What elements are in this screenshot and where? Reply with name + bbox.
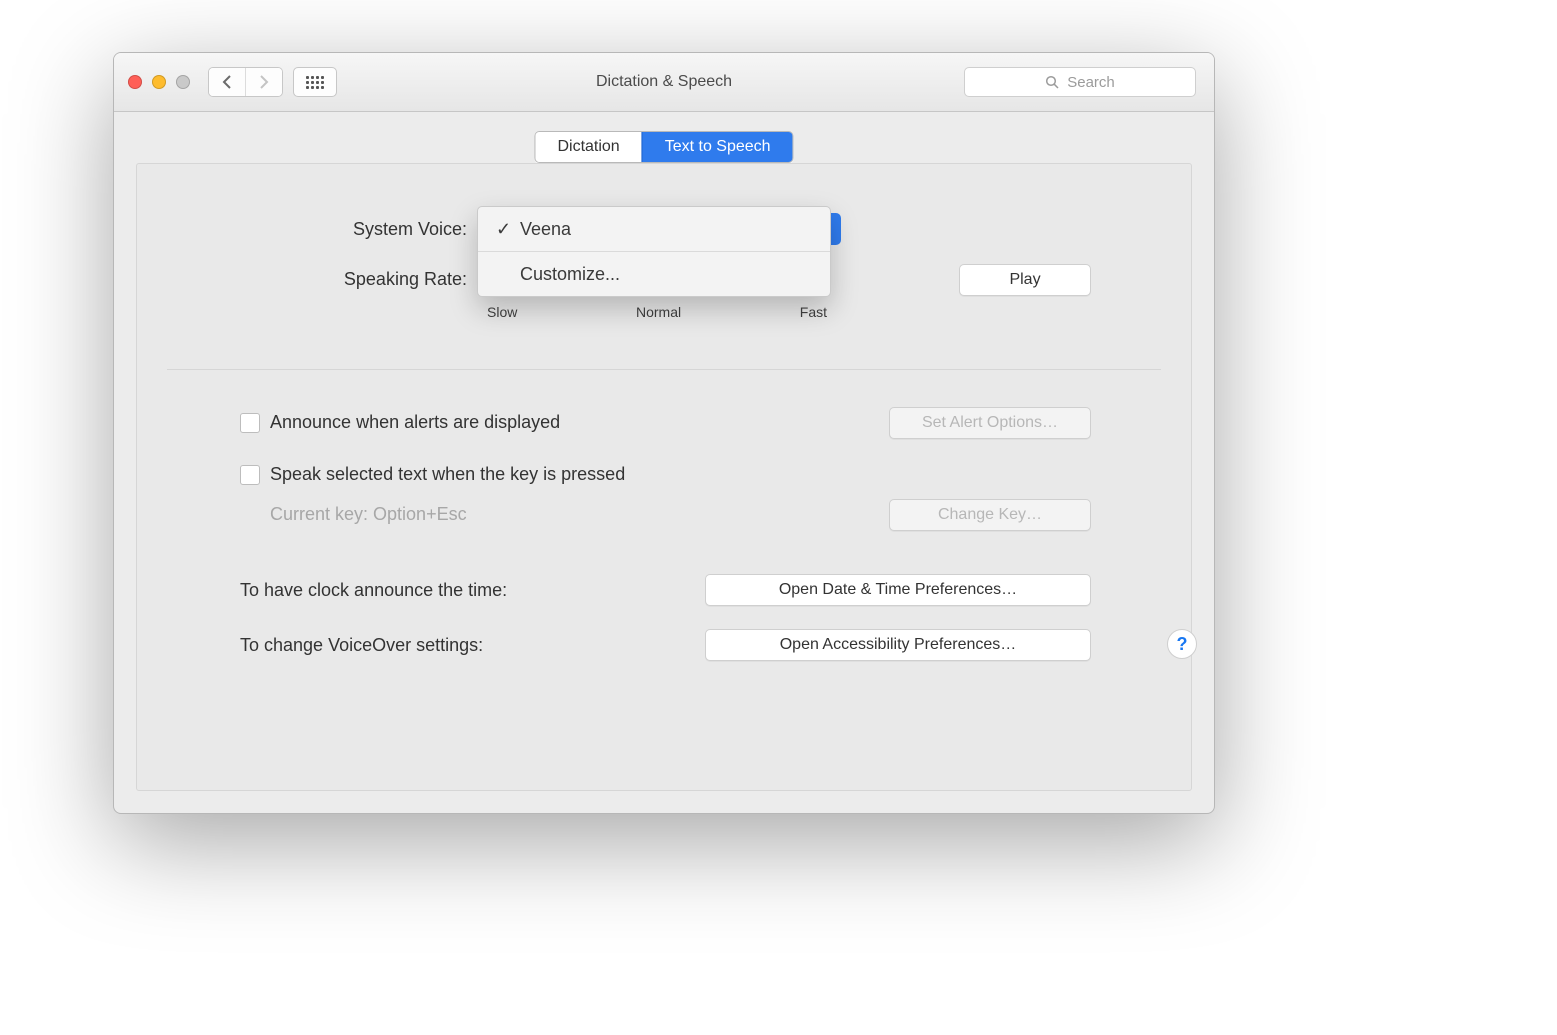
announce-alerts-checkbox[interactable]: [240, 413, 260, 433]
voice-option-customize[interactable]: Customize...: [478, 252, 830, 296]
search-input[interactable]: Search: [964, 67, 1196, 97]
tab-bar: Dictation Text to Speech: [534, 131, 793, 163]
open-date-time-button[interactable]: Open Date & Time Preferences…: [705, 574, 1091, 606]
tick-slow: Slow: [487, 304, 517, 320]
rate-slider-ticks: Slow Normal Fast: [487, 304, 827, 320]
forward-button: [245, 68, 282, 96]
window-controls: [128, 75, 190, 89]
change-key-button: Change Key…: [889, 499, 1091, 531]
close-icon[interactable]: [128, 75, 142, 89]
open-accessibility-button[interactable]: Open Accessibility Preferences…: [705, 629, 1091, 661]
speak-selected-label: Speak selected text when the key is pres…: [270, 464, 625, 485]
system-voice-label: System Voice:: [137, 219, 467, 240]
voice-option-label: Veena: [520, 219, 571, 240]
show-all-button[interactable]: [293, 67, 337, 97]
play-button[interactable]: Play: [959, 264, 1091, 296]
voiceover-settings-label: To change VoiceOver settings:: [240, 635, 483, 656]
help-button[interactable]: ?: [1167, 629, 1197, 659]
checkmark-icon: ✓: [496, 219, 510, 240]
speak-selected-row: Speak selected text when the key is pres…: [240, 464, 625, 485]
nav-back-forward: [208, 67, 283, 97]
grid-icon: [306, 76, 324, 89]
tick-normal: Normal: [636, 304, 681, 320]
toolbar: Dictation & Speech Search: [114, 53, 1214, 112]
voice-option-veena[interactable]: ✓ Veena: [478, 207, 830, 251]
search-placeholder: Search: [1067, 74, 1115, 91]
back-button[interactable]: [209, 68, 245, 96]
system-voice-menu: ✓ Veena Customize...: [477, 206, 831, 297]
speaking-rate-label: Speaking Rate:: [137, 269, 467, 290]
voice-option-label: Customize...: [520, 264, 620, 285]
clock-announce-label: To have clock announce the time:: [240, 580, 507, 601]
speak-selected-checkbox[interactable]: [240, 465, 260, 485]
content-pane: System Voice: Speaking Rate: ✓ Veena Cus…: [136, 163, 1192, 791]
set-alert-options-button: Set Alert Options…: [889, 407, 1091, 439]
announce-alerts-label: Announce when alerts are displayed: [270, 412, 560, 433]
current-key-label: Current key: Option+Esc: [270, 504, 467, 525]
tab-text-to-speech[interactable]: Text to Speech: [642, 132, 793, 162]
zoom-icon: [176, 75, 190, 89]
minimize-icon[interactable]: [152, 75, 166, 89]
preferences-window: Dictation & Speech Search Dictation Text…: [113, 52, 1215, 814]
announce-alerts-row: Announce when alerts are displayed: [240, 412, 560, 433]
search-icon: [1045, 75, 1059, 89]
divider: [167, 369, 1161, 370]
tick-fast: Fast: [800, 304, 827, 320]
tab-dictation[interactable]: Dictation: [535, 132, 641, 162]
